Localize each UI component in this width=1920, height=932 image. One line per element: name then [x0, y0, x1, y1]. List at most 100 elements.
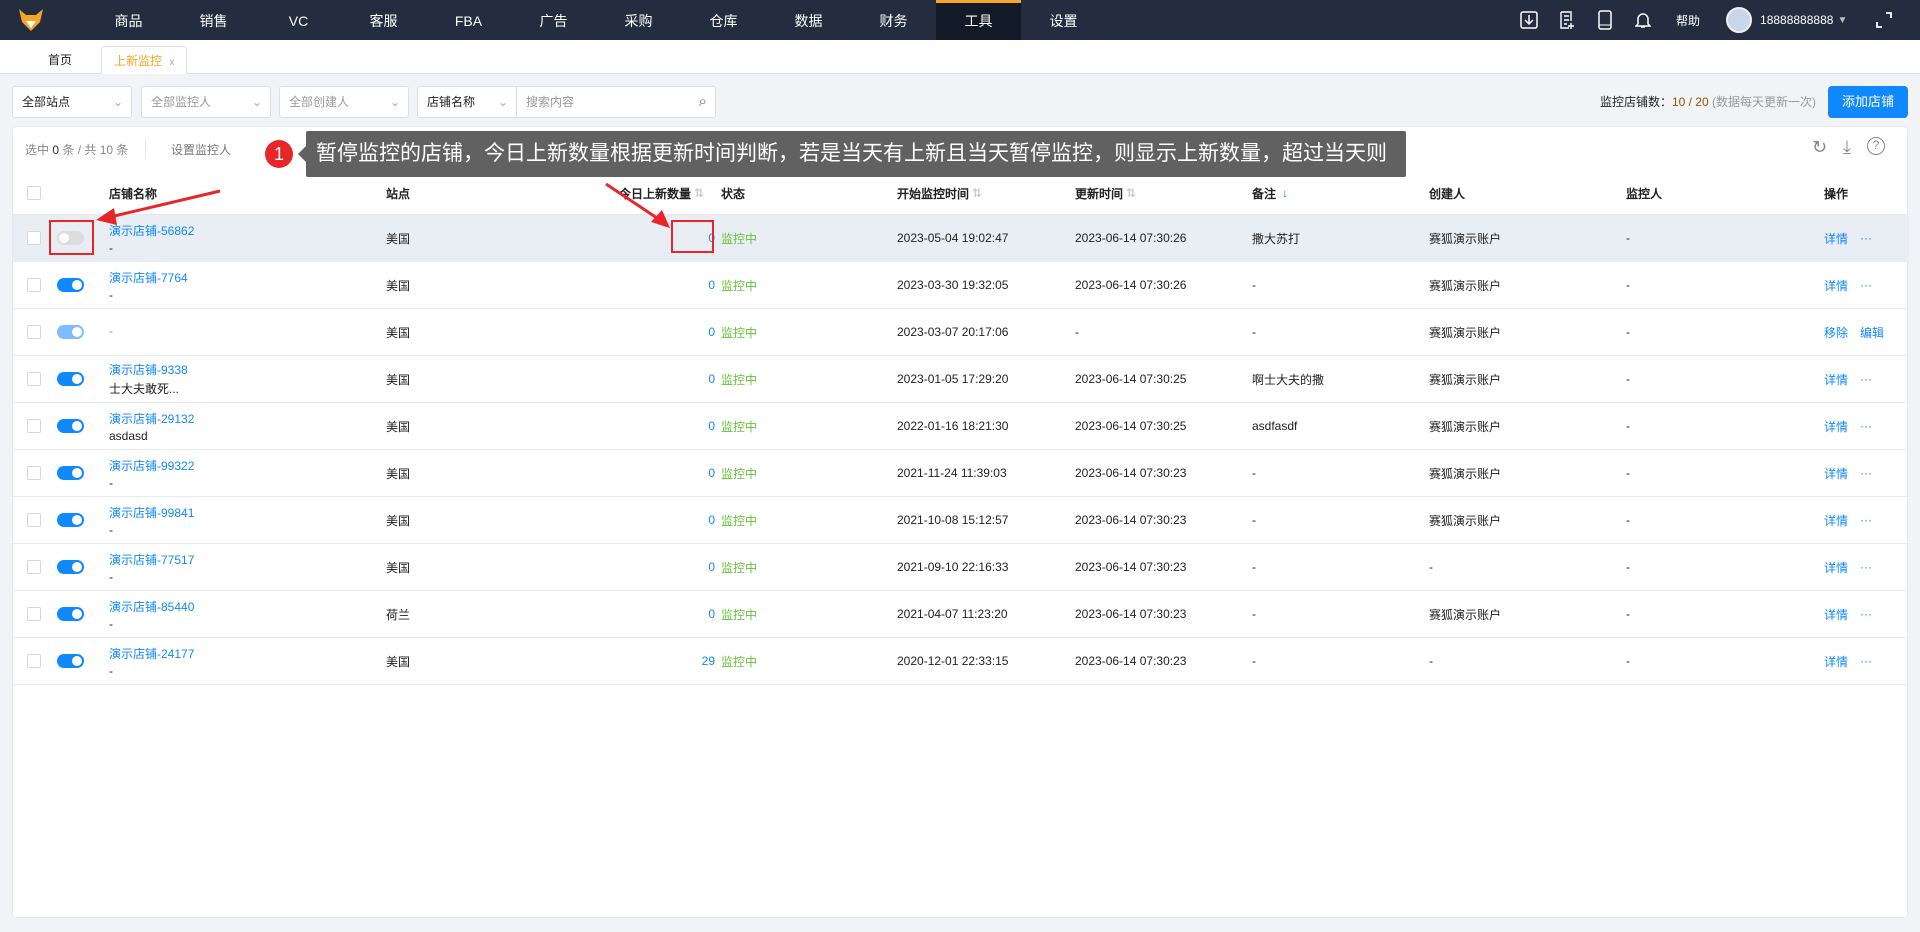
- col-update-time[interactable]: 更新时间 ⇅: [1075, 172, 1136, 214]
- row-checkbox[interactable]: [27, 513, 41, 527]
- task-list-icon[interactable]: [1556, 9, 1578, 31]
- action-primary[interactable]: 详情: [1824, 465, 1848, 482]
- today-new-count[interactable]: 29: [573, 638, 715, 684]
- row-checkbox[interactable]: [27, 325, 41, 339]
- nav-item[interactable]: 仓库: [681, 0, 766, 40]
- action-secondary[interactable]: ···: [1860, 654, 1872, 668]
- site-select[interactable]: 全部站点 ⌄: [12, 86, 132, 118]
- nav-item[interactable]: 商品: [86, 0, 171, 40]
- store-name-link[interactable]: 演示店铺-56862: [109, 222, 194, 239]
- refresh-icon[interactable]: ↻: [1812, 137, 1827, 158]
- action-primary[interactable]: 详情: [1824, 230, 1848, 247]
- action-secondary[interactable]: ···: [1860, 513, 1872, 527]
- sort-icon: ⇅: [1126, 186, 1137, 200]
- action-primary[interactable]: 详情: [1824, 371, 1848, 388]
- search-icon[interactable]: ⌕: [699, 87, 707, 117]
- user-menu[interactable]: 18888888888 ▼: [1760, 13, 1847, 27]
- action-secondary[interactable]: ···: [1860, 419, 1872, 433]
- fullscreen-icon[interactable]: [1873, 9, 1895, 31]
- nav-item[interactable]: 数据: [766, 0, 851, 40]
- col-start-label: 开始监控时间: [897, 186, 970, 201]
- monitor-select[interactable]: 全部监控人 ⌄: [141, 86, 271, 118]
- monitor-toggle[interactable]: [57, 513, 84, 527]
- nav-item[interactable]: FBA: [426, 0, 511, 40]
- mobile-icon[interactable]: [1594, 9, 1616, 31]
- action-secondary[interactable]: ···: [1860, 231, 1872, 245]
- action-secondary[interactable]: ···: [1860, 372, 1872, 386]
- action-primary[interactable]: 详情: [1824, 559, 1848, 576]
- nav-item[interactable]: 设置: [1021, 0, 1106, 40]
- action-primary[interactable]: 详情: [1824, 653, 1848, 670]
- nav-item[interactable]: VC: [256, 0, 341, 40]
- monitor-toggle[interactable]: [57, 654, 84, 668]
- action-primary[interactable]: 详情: [1824, 418, 1848, 435]
- row-checkbox[interactable]: [27, 372, 41, 386]
- action-secondary[interactable]: 编辑: [1860, 324, 1884, 341]
- help-icon[interactable]: ?: [1867, 137, 1885, 155]
- today-new-count[interactable]: 0: [573, 591, 715, 637]
- today-new-count[interactable]: 0: [573, 450, 715, 496]
- today-new-count[interactable]: 0: [573, 403, 715, 449]
- action-primary[interactable]: 详情: [1824, 606, 1848, 623]
- search-input[interactable]: 搜索内容 ⌕: [516, 86, 716, 118]
- col-remark[interactable]: 备注 ↓: [1252, 172, 1288, 214]
- monitor-toggle[interactable]: [57, 372, 84, 386]
- store-name-link[interactable]: 演示店铺-85440: [109, 598, 194, 615]
- search-field-select[interactable]: 店铺名称 ⌄: [417, 86, 517, 118]
- row-checkbox[interactable]: [27, 231, 41, 245]
- monitor-toggle[interactable]: [57, 607, 84, 621]
- row-checkbox[interactable]: [27, 654, 41, 668]
- action-primary[interactable]: 详情: [1824, 277, 1848, 294]
- col-start-time[interactable]: 开始监控时间 ⇅: [897, 172, 982, 214]
- col-today-new[interactable]: 今日上新数量 ⇅: [619, 172, 704, 214]
- set-monitor-button[interactable]: 设置监控人: [171, 141, 231, 158]
- monitor-toggle[interactable]: [57, 466, 84, 480]
- creator-select[interactable]: 全部创建人 ⌄: [279, 86, 409, 118]
- row-checkbox[interactable]: [27, 278, 41, 292]
- monitor-cell: -: [1626, 231, 1630, 245]
- bell-icon[interactable]: [1632, 9, 1654, 31]
- action-secondary[interactable]: ···: [1860, 466, 1872, 480]
- today-new-count[interactable]: 0: [573, 544, 715, 590]
- row-checkbox[interactable]: [27, 466, 41, 480]
- store-name-link[interactable]: 演示店铺-99841: [109, 504, 194, 521]
- today-new-count[interactable]: 0: [573, 497, 715, 543]
- tab-new-listing-monitor[interactable]: 上新监控 x: [101, 46, 188, 74]
- store-name-link[interactable]: 演示店铺-29132: [109, 410, 194, 427]
- avatar[interactable]: [1726, 7, 1753, 33]
- nav-item[interactable]: 财务: [851, 0, 936, 40]
- store-name-link[interactable]: -: [109, 324, 113, 338]
- nav-item[interactable]: 采购: [596, 0, 681, 40]
- row-checkbox[interactable]: [27, 607, 41, 621]
- monitor-toggle[interactable]: [57, 560, 84, 574]
- nav-item[interactable]: 销售: [171, 0, 256, 40]
- export-icon[interactable]: ⤓: [1843, 137, 1851, 158]
- monitor-toggle[interactable]: [57, 278, 84, 292]
- store-name-link[interactable]: 演示店铺-99322: [109, 457, 194, 474]
- add-store-button[interactable]: 添加店铺: [1828, 86, 1908, 118]
- today-new-count[interactable]: 0: [573, 262, 715, 308]
- action-secondary[interactable]: ···: [1860, 607, 1872, 621]
- today-new-count[interactable]: 0: [573, 356, 715, 402]
- monitor-toggle[interactable]: [57, 419, 84, 433]
- store-name-link[interactable]: 演示店铺-7764: [109, 269, 188, 286]
- store-name-link[interactable]: 演示店铺-77517: [109, 551, 194, 568]
- action-primary[interactable]: 移除: [1824, 324, 1848, 341]
- tab-home[interactable]: 首页: [36, 46, 84, 74]
- help-link[interactable]: 帮助: [1676, 12, 1700, 29]
- nav-item[interactable]: 广告: [511, 0, 596, 40]
- nav-item[interactable]: 工具: [936, 0, 1021, 40]
- action-primary[interactable]: 详情: [1824, 512, 1848, 529]
- action-secondary[interactable]: ···: [1860, 278, 1872, 292]
- download-icon[interactable]: [1518, 9, 1540, 31]
- today-new-count[interactable]: 0: [573, 309, 715, 355]
- close-tab-icon[interactable]: x: [169, 57, 174, 68]
- nav-item[interactable]: 客服: [341, 0, 426, 40]
- store-name-link[interactable]: 演示店铺-9338: [109, 361, 188, 378]
- row-checkbox[interactable]: [27, 419, 41, 433]
- select-all-checkbox[interactable]: [27, 186, 41, 200]
- row-checkbox[interactable]: [27, 560, 41, 574]
- monitor-toggle[interactable]: [57, 325, 84, 339]
- action-secondary[interactable]: ···: [1860, 560, 1872, 574]
- store-name-link[interactable]: 演示店铺-24177: [109, 645, 194, 662]
